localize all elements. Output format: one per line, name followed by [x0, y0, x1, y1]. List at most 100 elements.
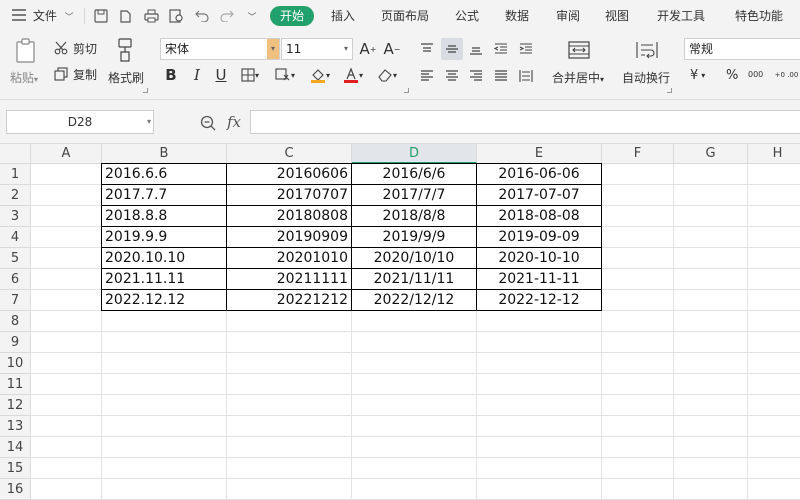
cell-g10[interactable] [674, 353, 748, 374]
tab-developer[interactable]: 开发工具 [657, 0, 705, 32]
cell-c5[interactable]: 20201010 [226, 247, 352, 269]
cell-h16[interactable] [748, 479, 800, 500]
insert-function-button[interactable]: fx [223, 112, 245, 132]
row-header[interactable]: 8 [0, 311, 31, 332]
cell-e8[interactable] [477, 311, 602, 332]
cell-c10[interactable] [227, 353, 352, 374]
column-header-b[interactable]: B [102, 144, 227, 164]
cell-f15[interactable] [602, 458, 674, 479]
tab-review[interactable]: 审阅 [556, 0, 580, 32]
increase-indent-icon[interactable] [517, 40, 535, 58]
cell-e9[interactable] [477, 332, 602, 353]
percent-icon[interactable]: % [726, 66, 738, 84]
cell-e7[interactable]: 2022-12-12 [476, 289, 602, 311]
cell-d2[interactable]: 2017/7/7 [351, 184, 477, 206]
row-header[interactable]: 6 [0, 269, 31, 290]
cell-f4[interactable] [602, 227, 674, 248]
cell-a1[interactable] [31, 164, 102, 185]
cell-c6[interactable]: 20211111 [226, 268, 352, 290]
row-header[interactable]: 12 [0, 395, 31, 416]
cell-e4[interactable]: 2019-09-09 [476, 226, 602, 248]
cut-button[interactable]: 剪切 [52, 39, 97, 57]
cell-h3[interactable] [748, 206, 800, 227]
cell-h12[interactable] [748, 395, 800, 416]
cell-g14[interactable] [674, 437, 748, 458]
cell-g16[interactable] [674, 479, 748, 500]
chevron-down-icon[interactable]: ▾ [340, 39, 352, 59]
row-header[interactable]: 13 [0, 416, 31, 437]
align-middle-icon[interactable] [441, 38, 463, 60]
cell-d10[interactable] [352, 353, 477, 374]
cell-a8[interactable] [31, 311, 102, 332]
cell-d5[interactable]: 2020/10/10 [351, 247, 477, 269]
cell-h9[interactable] [748, 332, 800, 353]
cell-g2[interactable] [674, 185, 748, 206]
cell-b5[interactable]: 2020.10.10 [101, 247, 227, 269]
cell-h11[interactable] [748, 374, 800, 395]
cell-a5[interactable] [31, 248, 102, 269]
cell-a4[interactable] [31, 227, 102, 248]
cell-g5[interactable] [674, 248, 748, 269]
eraser-icon[interactable]: ▾ [372, 65, 402, 85]
cell-a14[interactable] [31, 437, 102, 458]
cell-d13[interactable] [352, 416, 477, 437]
cell-h10[interactable] [748, 353, 800, 374]
cell-e10[interactable] [477, 353, 602, 374]
cell-f11[interactable] [602, 374, 674, 395]
cell-h2[interactable] [748, 185, 800, 206]
file-menu[interactable]: 文件 ﹀ [12, 0, 74, 32]
cell-e3[interactable]: 2018-08-08 [476, 205, 602, 227]
column-header-h[interactable]: H [748, 144, 800, 164]
row-header[interactable]: 7 [0, 290, 31, 311]
bold-icon[interactable]: B [162, 65, 180, 85]
cell-f8[interactable] [602, 311, 674, 332]
cell-a7[interactable] [31, 290, 102, 311]
cell-style-icon[interactable]: ▾ [270, 65, 300, 85]
chevron-down-icon[interactable]: ﹀ [244, 8, 260, 24]
cell-a15[interactable] [31, 458, 102, 479]
cell-h6[interactable] [748, 269, 800, 290]
cell-e2[interactable]: 2017-07-07 [476, 184, 602, 206]
cell-f6[interactable] [602, 269, 674, 290]
output-pdf-icon[interactable] [117, 8, 133, 24]
cell-a11[interactable] [31, 374, 102, 395]
justify-icon[interactable] [492, 67, 510, 85]
cell-c8[interactable] [227, 311, 352, 332]
cell-c13[interactable] [227, 416, 352, 437]
cell-b2[interactable]: 2017.7.7 [101, 184, 227, 206]
row-header[interactable]: 14 [0, 437, 31, 458]
cell-d6[interactable]: 2021/11/11 [351, 268, 477, 290]
tab-data[interactable]: 数据 [505, 0, 529, 32]
merge-center-icon[interactable] [566, 38, 592, 62]
font-color-icon[interactable]: ▾ [338, 65, 368, 85]
cell-d7[interactable]: 2022/12/12 [351, 289, 477, 311]
number-format-select[interactable]: 常规 [684, 38, 800, 60]
tab-special-features[interactable]: 特色功能 [735, 0, 783, 32]
cell-e6[interactable]: 2021-11-11 [476, 268, 602, 290]
row-header[interactable]: 5 [0, 248, 31, 269]
column-header-c[interactable]: C [227, 144, 352, 164]
cell-e11[interactable] [477, 374, 602, 395]
cell-a12[interactable] [31, 395, 102, 416]
column-header-f[interactable]: F [602, 144, 674, 164]
chevron-down-icon[interactable]: ▾ [147, 111, 151, 133]
cell-f1[interactable] [602, 164, 674, 185]
column-header-a[interactable]: A [31, 144, 102, 164]
cell-f7[interactable] [602, 290, 674, 311]
currency-icon[interactable]: ¥ ▾ [690, 66, 705, 84]
cell-c7[interactable]: 20221212 [226, 289, 352, 311]
zoom-search-icon[interactable] [199, 114, 217, 132]
paste-button[interactable]: 粘贴▾ [10, 69, 38, 86]
print-icon[interactable] [143, 8, 159, 24]
cell-e14[interactable] [477, 437, 602, 458]
cell-c16[interactable] [227, 479, 352, 500]
cell-d1[interactable]: 2016/6/6 [351, 163, 477, 185]
tab-start[interactable]: 开始 [270, 6, 315, 26]
row-header[interactable]: 2 [0, 185, 31, 206]
cell-g12[interactable] [674, 395, 748, 416]
cell-b12[interactable] [102, 395, 227, 416]
cell-a9[interactable] [31, 332, 102, 353]
decrease-indent-icon[interactable] [492, 40, 510, 58]
align-left-icon[interactable] [418, 67, 436, 85]
cell-b4[interactable]: 2019.9.9 [101, 226, 227, 248]
